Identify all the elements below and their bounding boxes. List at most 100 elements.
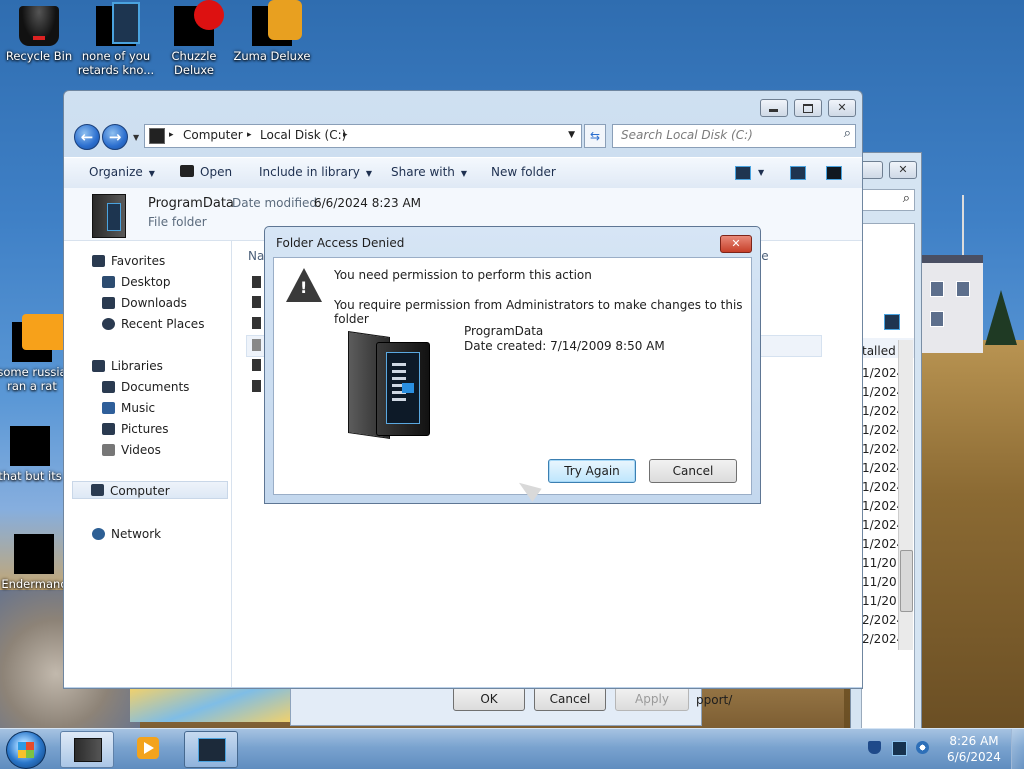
nav-desktop[interactable]: Desktop [102,275,171,289]
nav-videos[interactable]: Videos [102,443,161,457]
taskbar-explorer[interactable] [60,731,114,768]
volume-icon[interactable] [916,741,929,754]
nav-computer[interactable]: Computer [72,481,228,499]
folder-icon[interactable] [252,276,261,288]
clock[interactable]: 8:26 AM 6/6/2024 [946,733,1002,765]
redacted-icon [10,426,50,466]
computer-icon [149,128,165,144]
cancel-button[interactable]: Cancel [534,687,606,711]
folder-icon[interactable] [252,380,261,392]
scrollbar[interactable] [898,340,913,650]
folder-access-denied-dialog[interactable]: Folder Access Denied ✕ You need permissi… [264,226,761,504]
maximize-icon[interactable] [794,99,823,117]
chevron-down-icon: ▼ [148,169,155,178]
chevron-down-icon: ▼ [460,169,468,178]
nav-pictures[interactable]: Pictures [102,422,169,436]
details-date-modified-label: Date modified: [232,196,322,210]
ok-button[interactable]: OK [453,687,525,711]
redacted-icon [96,2,140,46]
network-icon [92,528,105,540]
try-again-button[interactable]: Try Again [548,459,636,483]
view-options-icon[interactable] [735,166,751,180]
search-input[interactable]: Search Local Disk (C:) ⌕ [612,124,856,148]
security-shield-icon[interactable] [868,741,881,754]
address-bar[interactable]: ▸ Computer ▸ Local Disk (C:) ▸ ▼ [144,124,582,148]
dialog-date-created: Date created: 7/14/2009 8:50 AM [464,339,665,353]
breadcrumb-computer[interactable]: Computer [183,128,243,142]
support-link[interactable]: pport/ [696,693,732,707]
desktop-icon-recycle-bin[interactable]: Recycle Bin [0,6,79,63]
organize-button[interactable]: Organize ▼ [89,165,155,179]
star-icon [92,255,105,267]
preview-pane-icon[interactable] [790,166,806,180]
chevron-down-icon[interactable]: ▼ [758,168,764,177]
desktop-icon-chuzzle[interactable]: Chuzzle Deluxe [154,0,234,77]
search-icon: ⌕ [902,191,910,206]
refresh-icon[interactable]: ⇆ [584,124,606,148]
search-placeholder: Search Local Disk (C:) [621,128,753,142]
close-icon[interactable]: ✕ [720,235,752,253]
chevron-down-icon: ▼ [365,169,373,178]
nav-libraries[interactable]: Libraries [92,359,163,373]
folder-icon [348,324,430,439]
desktop-icon-label: Zuma Deluxe [233,49,311,63]
nav-favorites[interactable]: Favorites [92,254,165,268]
clock-time: 8:26 AM [949,734,999,748]
desktop-icon-shortcut-1[interactable]: none of you retards kno... [76,2,156,77]
search-icon: ⌕ [843,126,851,141]
clock-date: 6/6/2024 [947,750,1001,764]
warning-icon [286,268,322,302]
folder-icon[interactable] [252,339,261,351]
apply-button[interactable]: Apply [615,687,689,711]
redacted-icon [12,314,66,362]
desktop-icon [102,276,115,288]
desktop: Recycle Bin none of you retards kno... C… [0,0,1024,728]
desktop-icon-shortcut-3[interactable]: that but its [0,426,70,483]
zuma-icon [252,0,302,46]
back-arrow-icon[interactable]: ← [74,124,100,150]
help-icon[interactable] [826,166,842,180]
redacted-icon [14,534,54,574]
chevron-down-icon[interactable]: ▼ [133,133,139,142]
details-name: ProgramData [148,196,234,211]
forward-arrow-icon[interactable]: → [102,124,128,150]
folder-icon[interactable] [252,359,261,371]
desktop-icon-shortcut-2[interactable]: some russia ran a rat [0,314,72,393]
dialog-folder-name: ProgramData [464,324,544,338]
cancel-button[interactable]: Cancel [649,459,737,483]
start-button[interactable] [6,731,46,769]
open-button[interactable]: Open [180,165,232,179]
new-folder-button[interactable]: New folder [491,165,556,179]
folder-icon[interactable] [252,317,261,329]
nav-documents[interactable]: Documents [102,380,189,394]
include-in-library-button[interactable]: Include in library ▼ [259,165,372,179]
nav-network[interactable]: Network [92,527,161,541]
documents-icon [102,381,115,393]
close-icon[interactable] [828,99,856,117]
chevron-down-icon[interactable]: ▼ [568,130,575,140]
house [918,255,983,353]
pictures-icon [102,423,115,435]
downloads-icon [102,297,115,309]
nav-recent-places[interactable]: Recent Places [102,317,204,331]
share-with-button[interactable]: Share with ▼ [391,165,467,179]
network-tray-icon[interactable] [892,741,907,756]
folder-icon[interactable] [252,296,261,308]
nav-downloads[interactable]: Downloads [102,296,187,310]
breadcrumb-local-disk[interactable]: Local Disk (C:) [260,128,346,142]
recycle-bin-icon [19,6,59,46]
nav-music[interactable]: Music [102,401,155,415]
close-icon[interactable] [889,161,917,179]
taskbar-media-player[interactable] [122,731,174,766]
caption-buttons [758,99,856,117]
folder-icon [92,194,126,238]
minimize-icon[interactable] [760,99,789,117]
column-header-name[interactable]: Na [248,249,264,263]
taskbar-window[interactable] [184,731,238,768]
recent-places-icon [102,318,115,330]
window-icon [198,738,226,762]
navigation-pane: Favorites Desktop Downloads Recent Place… [64,241,232,687]
folder-icon [180,165,194,177]
show-desktop-button[interactable] [1011,729,1024,769]
desktop-icon-zuma[interactable]: Zuma Deluxe [232,0,312,63]
